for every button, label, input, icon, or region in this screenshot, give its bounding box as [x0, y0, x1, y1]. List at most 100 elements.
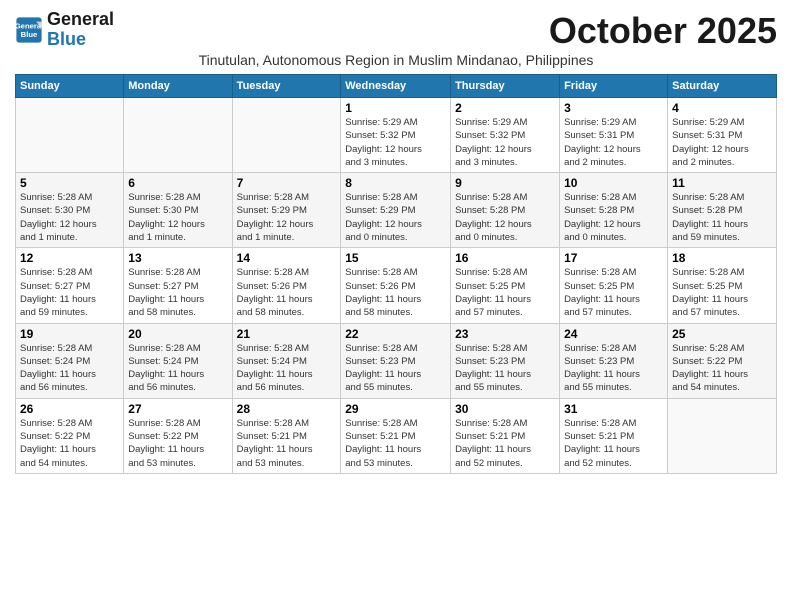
- day-number: 8: [345, 176, 446, 190]
- day-info: Sunrise: 5:28 AMSunset: 5:29 PMDaylight:…: [237, 191, 337, 244]
- logo-text: General Blue: [47, 10, 114, 50]
- day-cell: 16Sunrise: 5:28 AMSunset: 5:25 PMDayligh…: [451, 248, 560, 323]
- day-info: Sunrise: 5:28 AMSunset: 5:22 PMDaylight:…: [128, 417, 227, 470]
- day-info: Sunrise: 5:29 AMSunset: 5:32 PMDaylight:…: [345, 116, 446, 169]
- day-cell: 2Sunrise: 5:29 AMSunset: 5:32 PMDaylight…: [451, 98, 560, 173]
- day-number: 21: [237, 327, 337, 341]
- day-cell: 14Sunrise: 5:28 AMSunset: 5:26 PMDayligh…: [232, 248, 341, 323]
- week-row-3: 12Sunrise: 5:28 AMSunset: 5:27 PMDayligh…: [16, 248, 777, 323]
- day-number: 20: [128, 327, 227, 341]
- day-cell: 30Sunrise: 5:28 AMSunset: 5:21 PMDayligh…: [451, 398, 560, 473]
- day-cell: 19Sunrise: 5:28 AMSunset: 5:24 PMDayligh…: [16, 323, 124, 398]
- day-cell: 25Sunrise: 5:28 AMSunset: 5:22 PMDayligh…: [668, 323, 777, 398]
- day-cell: 21Sunrise: 5:28 AMSunset: 5:24 PMDayligh…: [232, 323, 341, 398]
- col-header-friday: Friday: [560, 75, 668, 98]
- day-number: 19: [20, 327, 119, 341]
- day-number: 28: [237, 402, 337, 416]
- day-number: 27: [128, 402, 227, 416]
- day-info: Sunrise: 5:28 AMSunset: 5:28 PMDaylight:…: [672, 191, 772, 244]
- day-number: 2: [455, 101, 555, 115]
- day-cell: 31Sunrise: 5:28 AMSunset: 5:21 PMDayligh…: [560, 398, 668, 473]
- day-cell: 1Sunrise: 5:29 AMSunset: 5:32 PMDaylight…: [341, 98, 451, 173]
- day-number: 7: [237, 176, 337, 190]
- logo: General Blue General Blue: [15, 10, 114, 50]
- page: General Blue General Blue October 2025 T…: [0, 0, 792, 484]
- day-number: 25: [672, 327, 772, 341]
- day-info: Sunrise: 5:28 AMSunset: 5:25 PMDaylight:…: [455, 266, 555, 319]
- day-number: 5: [20, 176, 119, 190]
- day-cell: 27Sunrise: 5:28 AMSunset: 5:22 PMDayligh…: [124, 398, 232, 473]
- calendar-table: SundayMondayTuesdayWednesdayThursdayFrid…: [15, 74, 777, 474]
- col-header-wednesday: Wednesday: [341, 75, 451, 98]
- day-number: 16: [455, 251, 555, 265]
- logo-line1: General: [47, 9, 114, 29]
- day-cell: 7Sunrise: 5:28 AMSunset: 5:29 PMDaylight…: [232, 173, 341, 248]
- day-info: Sunrise: 5:28 AMSunset: 5:28 PMDaylight:…: [564, 191, 663, 244]
- day-info: Sunrise: 5:28 AMSunset: 5:22 PMDaylight:…: [672, 342, 772, 395]
- day-cell: 18Sunrise: 5:28 AMSunset: 5:25 PMDayligh…: [668, 248, 777, 323]
- day-cell: 6Sunrise: 5:28 AMSunset: 5:30 PMDaylight…: [124, 173, 232, 248]
- day-cell: [124, 98, 232, 173]
- day-number: 31: [564, 402, 663, 416]
- day-number: 14: [237, 251, 337, 265]
- day-cell: 29Sunrise: 5:28 AMSunset: 5:21 PMDayligh…: [341, 398, 451, 473]
- subtitle: Tinutulan, Autonomous Region in Muslim M…: [15, 52, 777, 68]
- day-cell: 23Sunrise: 5:28 AMSunset: 5:23 PMDayligh…: [451, 323, 560, 398]
- day-info: Sunrise: 5:28 AMSunset: 5:25 PMDaylight:…: [564, 266, 663, 319]
- day-number: 17: [564, 251, 663, 265]
- day-info: Sunrise: 5:28 AMSunset: 5:21 PMDaylight:…: [564, 417, 663, 470]
- day-number: 1: [345, 101, 446, 115]
- header-right: October 2025: [549, 10, 777, 52]
- logo-line2: Blue: [47, 29, 86, 49]
- month-title: October 2025: [549, 10, 777, 52]
- day-info: Sunrise: 5:28 AMSunset: 5:22 PMDaylight:…: [20, 417, 119, 470]
- day-info: Sunrise: 5:29 AMSunset: 5:31 PMDaylight:…: [672, 116, 772, 169]
- week-row-2: 5Sunrise: 5:28 AMSunset: 5:30 PMDaylight…: [16, 173, 777, 248]
- day-number: 18: [672, 251, 772, 265]
- day-cell: [668, 398, 777, 473]
- day-info: Sunrise: 5:28 AMSunset: 5:26 PMDaylight:…: [237, 266, 337, 319]
- day-cell: 3Sunrise: 5:29 AMSunset: 5:31 PMDaylight…: [560, 98, 668, 173]
- header-row: SundayMondayTuesdayWednesdayThursdayFrid…: [16, 75, 777, 98]
- day-number: 6: [128, 176, 227, 190]
- logo-icon: General Blue: [15, 16, 43, 44]
- week-row-1: 1Sunrise: 5:29 AMSunset: 5:32 PMDaylight…: [16, 98, 777, 173]
- day-number: 10: [564, 176, 663, 190]
- day-cell: 11Sunrise: 5:28 AMSunset: 5:28 PMDayligh…: [668, 173, 777, 248]
- day-info: Sunrise: 5:29 AMSunset: 5:32 PMDaylight:…: [455, 116, 555, 169]
- day-number: 12: [20, 251, 119, 265]
- day-number: 3: [564, 101, 663, 115]
- day-info: Sunrise: 5:28 AMSunset: 5:23 PMDaylight:…: [564, 342, 663, 395]
- col-header-thursday: Thursday: [451, 75, 560, 98]
- day-info: Sunrise: 5:28 AMSunset: 5:24 PMDaylight:…: [128, 342, 227, 395]
- day-number: 11: [672, 176, 772, 190]
- day-number: 30: [455, 402, 555, 416]
- day-info: Sunrise: 5:28 AMSunset: 5:23 PMDaylight:…: [455, 342, 555, 395]
- day-cell: 24Sunrise: 5:28 AMSunset: 5:23 PMDayligh…: [560, 323, 668, 398]
- day-info: Sunrise: 5:28 AMSunset: 5:27 PMDaylight:…: [20, 266, 119, 319]
- svg-text:Blue: Blue: [21, 30, 38, 39]
- day-cell: 17Sunrise: 5:28 AMSunset: 5:25 PMDayligh…: [560, 248, 668, 323]
- day-cell: 4Sunrise: 5:29 AMSunset: 5:31 PMDaylight…: [668, 98, 777, 173]
- day-number: 9: [455, 176, 555, 190]
- day-cell: 22Sunrise: 5:28 AMSunset: 5:23 PMDayligh…: [341, 323, 451, 398]
- day-number: 13: [128, 251, 227, 265]
- day-number: 15: [345, 251, 446, 265]
- day-info: Sunrise: 5:28 AMSunset: 5:28 PMDaylight:…: [455, 191, 555, 244]
- day-number: 26: [20, 402, 119, 416]
- col-header-saturday: Saturday: [668, 75, 777, 98]
- day-cell: 13Sunrise: 5:28 AMSunset: 5:27 PMDayligh…: [124, 248, 232, 323]
- day-cell: 12Sunrise: 5:28 AMSunset: 5:27 PMDayligh…: [16, 248, 124, 323]
- day-cell: 20Sunrise: 5:28 AMSunset: 5:24 PMDayligh…: [124, 323, 232, 398]
- day-info: Sunrise: 5:28 AMSunset: 5:21 PMDaylight:…: [237, 417, 337, 470]
- col-header-monday: Monday: [124, 75, 232, 98]
- day-info: Sunrise: 5:28 AMSunset: 5:26 PMDaylight:…: [345, 266, 446, 319]
- day-info: Sunrise: 5:29 AMSunset: 5:31 PMDaylight:…: [564, 116, 663, 169]
- day-info: Sunrise: 5:28 AMSunset: 5:23 PMDaylight:…: [345, 342, 446, 395]
- col-header-tuesday: Tuesday: [232, 75, 341, 98]
- day-cell: 15Sunrise: 5:28 AMSunset: 5:26 PMDayligh…: [341, 248, 451, 323]
- day-cell: 9Sunrise: 5:28 AMSunset: 5:28 PMDaylight…: [451, 173, 560, 248]
- day-info: Sunrise: 5:28 AMSunset: 5:30 PMDaylight:…: [20, 191, 119, 244]
- week-row-5: 26Sunrise: 5:28 AMSunset: 5:22 PMDayligh…: [16, 398, 777, 473]
- week-row-4: 19 Sunrise: 5:28 AMSunset: 5:24 PMDayligh…: [16, 323, 777, 398]
